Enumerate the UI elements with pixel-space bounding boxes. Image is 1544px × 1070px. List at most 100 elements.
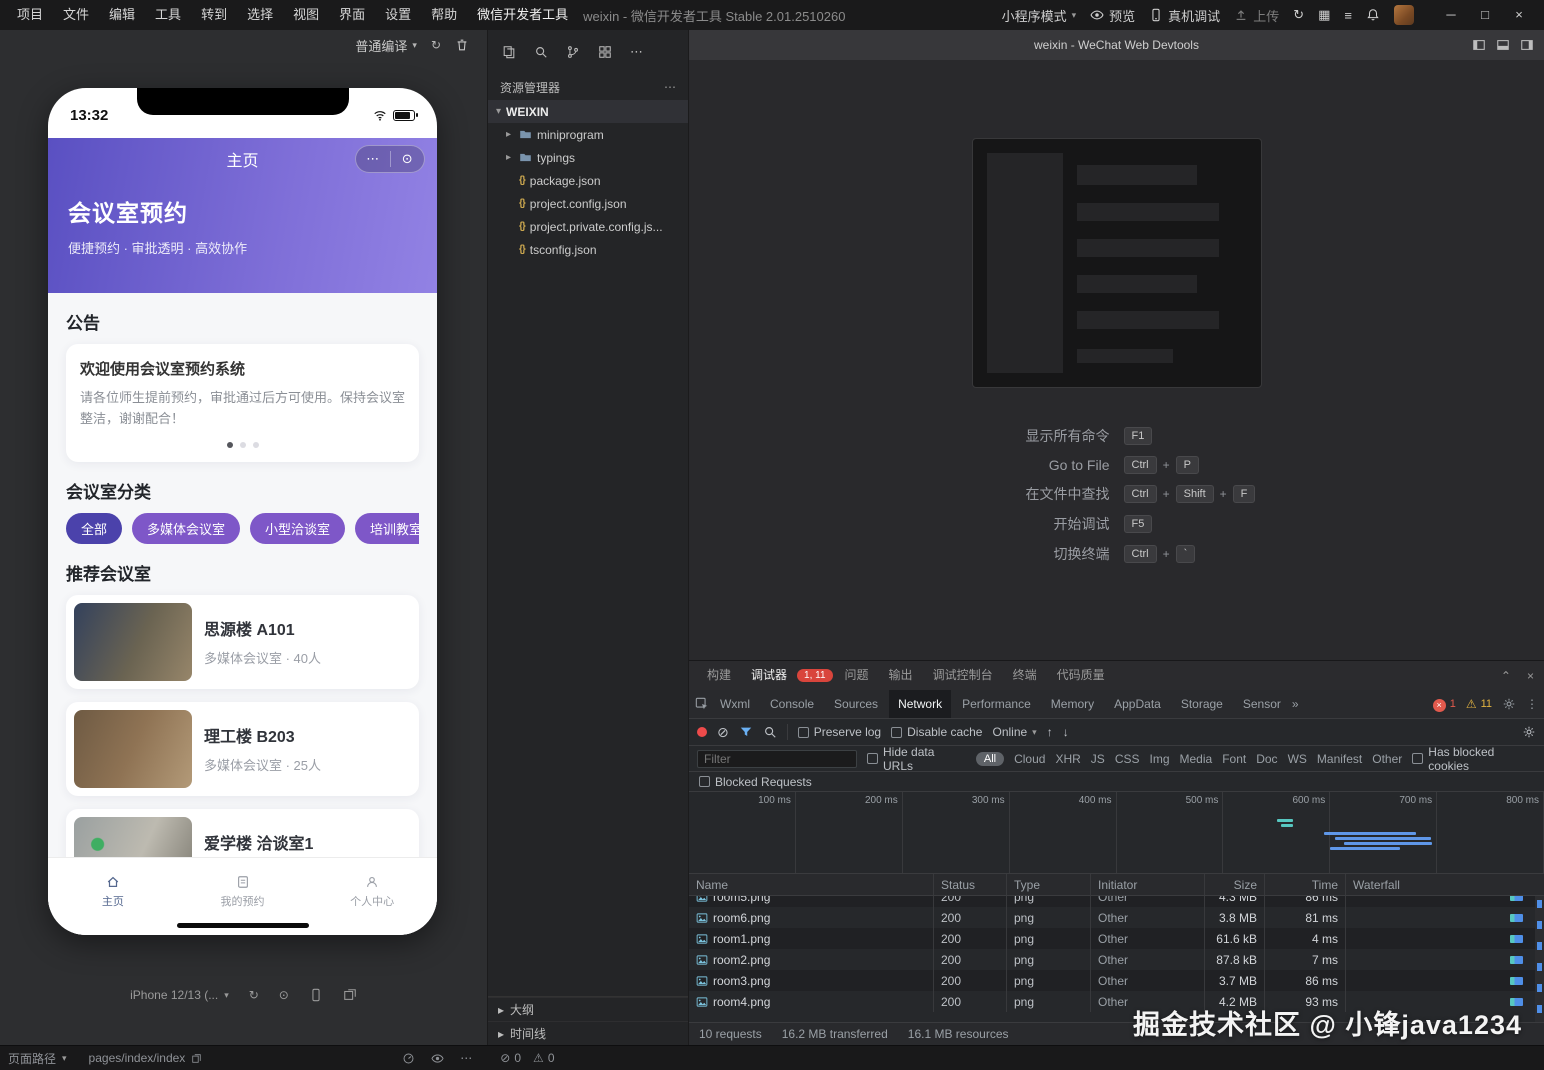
filter-input[interactable] xyxy=(697,749,857,768)
tree-item-package-json[interactable]: {} package.json xyxy=(488,169,688,192)
table-scrollbar[interactable] xyxy=(1535,896,1544,1022)
more-icon[interactable]: ⋯ xyxy=(664,80,676,94)
menu-view[interactable]: 视图 xyxy=(284,0,328,30)
column-type[interactable]: Type xyxy=(1007,874,1091,895)
tab-problems[interactable]: 问题 xyxy=(837,661,877,690)
tree-item-project-private-config[interactable]: {} project.private.config.js... xyxy=(488,215,688,238)
filter-funnel-icon[interactable] xyxy=(739,725,753,739)
menu-help[interactable]: 帮助 xyxy=(422,0,466,30)
menu-select[interactable]: 选择 xyxy=(238,0,282,30)
filter-img[interactable]: Img xyxy=(1150,752,1170,766)
tab-debugger[interactable]: 调试器 xyxy=(743,661,795,690)
tab-code-quality[interactable]: 代码质量 xyxy=(1049,661,1113,690)
panel-left-icon[interactable] xyxy=(1472,38,1486,52)
mode-select[interactable]: 小程序模式 ▾ xyxy=(1002,6,1077,25)
section-timeline[interactable]: ▸ 时间线 xyxy=(488,1021,688,1045)
tab-appdata[interactable]: AppData xyxy=(1105,690,1170,718)
eye-icon[interactable] xyxy=(431,1052,444,1065)
tree-item-miniprogram[interactable]: ▸ miniprogram xyxy=(488,123,688,146)
device-debug-button[interactable]: 真机调试 xyxy=(1149,6,1220,25)
more-icon[interactable]: ⋯ xyxy=(356,146,390,172)
inspect-icon[interactable] xyxy=(695,697,709,711)
room-card[interactable]: 理工楼 B203 多媒体会议室 · 25人 xyxy=(66,701,419,796)
device-select[interactable]: iPhone 12/13 (... ▾ xyxy=(130,988,229,1002)
more-icon[interactable]: ⋯ xyxy=(630,44,643,60)
preserve-log-checkbox[interactable]: Preserve log xyxy=(797,725,881,739)
menu-tools[interactable]: 工具 xyxy=(146,0,190,30)
menu-project[interactable]: 项目 xyxy=(8,0,52,30)
column-status[interactable]: Status xyxy=(934,874,1007,895)
tree-item-project-config[interactable]: {} project.config.json xyxy=(488,192,688,215)
menu-settings[interactable]: 设置 xyxy=(376,0,420,30)
tab-output[interactable]: 输出 xyxy=(881,661,921,690)
column-time[interactable]: Time xyxy=(1265,874,1346,895)
filter-all[interactable]: All xyxy=(975,751,1005,766)
tab-network[interactable]: Network xyxy=(889,690,952,718)
search-icon[interactable] xyxy=(763,725,777,739)
sync-icon[interactable]: ↻ xyxy=(1293,7,1304,23)
minimize-icon[interactable]: ─ xyxy=(1434,0,1468,30)
clear-icon[interactable]: ⊘ xyxy=(717,724,729,741)
filter-media[interactable]: Media xyxy=(1180,752,1213,766)
extensions-icon[interactable] xyxy=(598,45,612,59)
kebab-menu-icon[interactable]: ⋮ xyxy=(1526,697,1538,711)
network-request-row[interactable]: room6.png 200 png Other 3.8 MB 81 ms xyxy=(689,907,1544,928)
has-blocked-cookies-checkbox[interactable]: Has blocked cookies xyxy=(1412,745,1536,773)
page-path-value[interactable]: pages/index/index xyxy=(89,1051,203,1065)
column-initiator[interactable]: Initiator xyxy=(1091,874,1205,895)
filter-js[interactable]: JS xyxy=(1091,752,1105,766)
room-card[interactable]: 思源楼 A101 多媒体会议室 · 40人 xyxy=(66,594,419,689)
filter-doc[interactable]: Doc xyxy=(1256,752,1277,766)
throttle-select[interactable]: Online ▾ xyxy=(992,725,1036,739)
float-window-icon[interactable] xyxy=(343,988,357,1002)
tab-build[interactable]: 构建 xyxy=(699,661,739,690)
search-icon[interactable] xyxy=(534,45,548,59)
refresh-icon[interactable]: ↻ xyxy=(431,38,441,52)
device-frame-icon[interactable] xyxy=(309,988,323,1002)
close-capsule-icon[interactable]: ⊙ xyxy=(391,146,425,172)
menu-app[interactable]: 微信开发者工具 xyxy=(468,0,577,30)
tab-console[interactable]: Console xyxy=(761,690,823,718)
export-har-icon[interactable]: ↓ xyxy=(1063,725,1069,739)
menu-file[interactable]: 文件 xyxy=(54,0,98,30)
column-name[interactable]: Name xyxy=(689,874,934,895)
filter-other[interactable]: Other xyxy=(1372,752,1402,766)
record-icon[interactable] xyxy=(697,727,707,737)
split-layout-icon[interactable]: ▦ xyxy=(1318,7,1330,23)
filter-ws[interactable]: WS xyxy=(1288,752,1307,766)
more-tabs-icon[interactable]: » xyxy=(1292,697,1299,711)
network-request-row[interactable]: room1.png 200 png Other 61.6 kB 4 ms xyxy=(689,928,1544,949)
category-pill-training[interactable]: 培训教室 xyxy=(355,512,419,544)
tab-debug-console[interactable]: 调试控制台 xyxy=(925,661,1001,690)
tree-root-weixin[interactable]: ▾ WEIXIN xyxy=(488,100,688,123)
bell-icon[interactable] xyxy=(1366,8,1380,22)
network-request-row[interactable]: room2.png 200 png Other 87.8 kB 7 ms xyxy=(689,949,1544,970)
panel-bottom-icon[interactable] xyxy=(1496,38,1510,52)
tab-terminal[interactable]: 终端 xyxy=(1005,661,1045,690)
tab-profile[interactable]: 个人中心 xyxy=(307,858,437,935)
network-request-row[interactable]: room5.png 200 png Other 4.3 MB 86 ms xyxy=(689,896,1544,907)
performance-gauge-icon[interactable] xyxy=(402,1052,415,1065)
scale-icon[interactable]: ⊙ xyxy=(279,988,289,1002)
menu-goto[interactable]: 转到 xyxy=(192,0,236,30)
blocked-requests-checkbox[interactable]: Blocked Requests xyxy=(699,775,812,789)
collapse-panel-icon[interactable]: ⌃ xyxy=(1501,669,1511,683)
maximize-icon[interactable]: □ xyxy=(1468,0,1502,30)
page-path-select[interactable]: 页面路径 ▾ xyxy=(8,1050,67,1067)
notice-card[interactable]: 欢迎使用会议室预约系统 请各位师生提前预约，审批通过后方可使用。保持会议室整洁，… xyxy=(66,344,419,462)
category-pill-small[interactable]: 小型洽谈室 xyxy=(250,512,346,544)
upload-button[interactable]: 上传 xyxy=(1234,6,1279,25)
column-waterfall[interactable]: Waterfall xyxy=(1346,874,1544,895)
filter-css[interactable]: CSS xyxy=(1115,752,1140,766)
hide-data-urls-checkbox[interactable]: Hide data URLs xyxy=(867,745,966,773)
column-size[interactable]: Size xyxy=(1205,874,1265,895)
import-har-icon[interactable]: ↑ xyxy=(1047,725,1053,739)
menu-interface[interactable]: 界面 xyxy=(330,0,374,30)
close-icon[interactable]: × xyxy=(1502,0,1536,30)
category-pill-multimedia[interactable]: 多媒体会议室 xyxy=(132,512,241,544)
compile-mode-select[interactable]: 普通编译 ▾ xyxy=(355,36,417,55)
tree-item-typings[interactable]: ▸ typings xyxy=(488,146,688,169)
files-icon[interactable] xyxy=(502,45,516,59)
network-timeline-overview[interactable]: 100 ms 200 ms 300 ms 400 ms 500 ms 600 m… xyxy=(689,792,1544,874)
gear-icon[interactable] xyxy=(1502,697,1516,711)
